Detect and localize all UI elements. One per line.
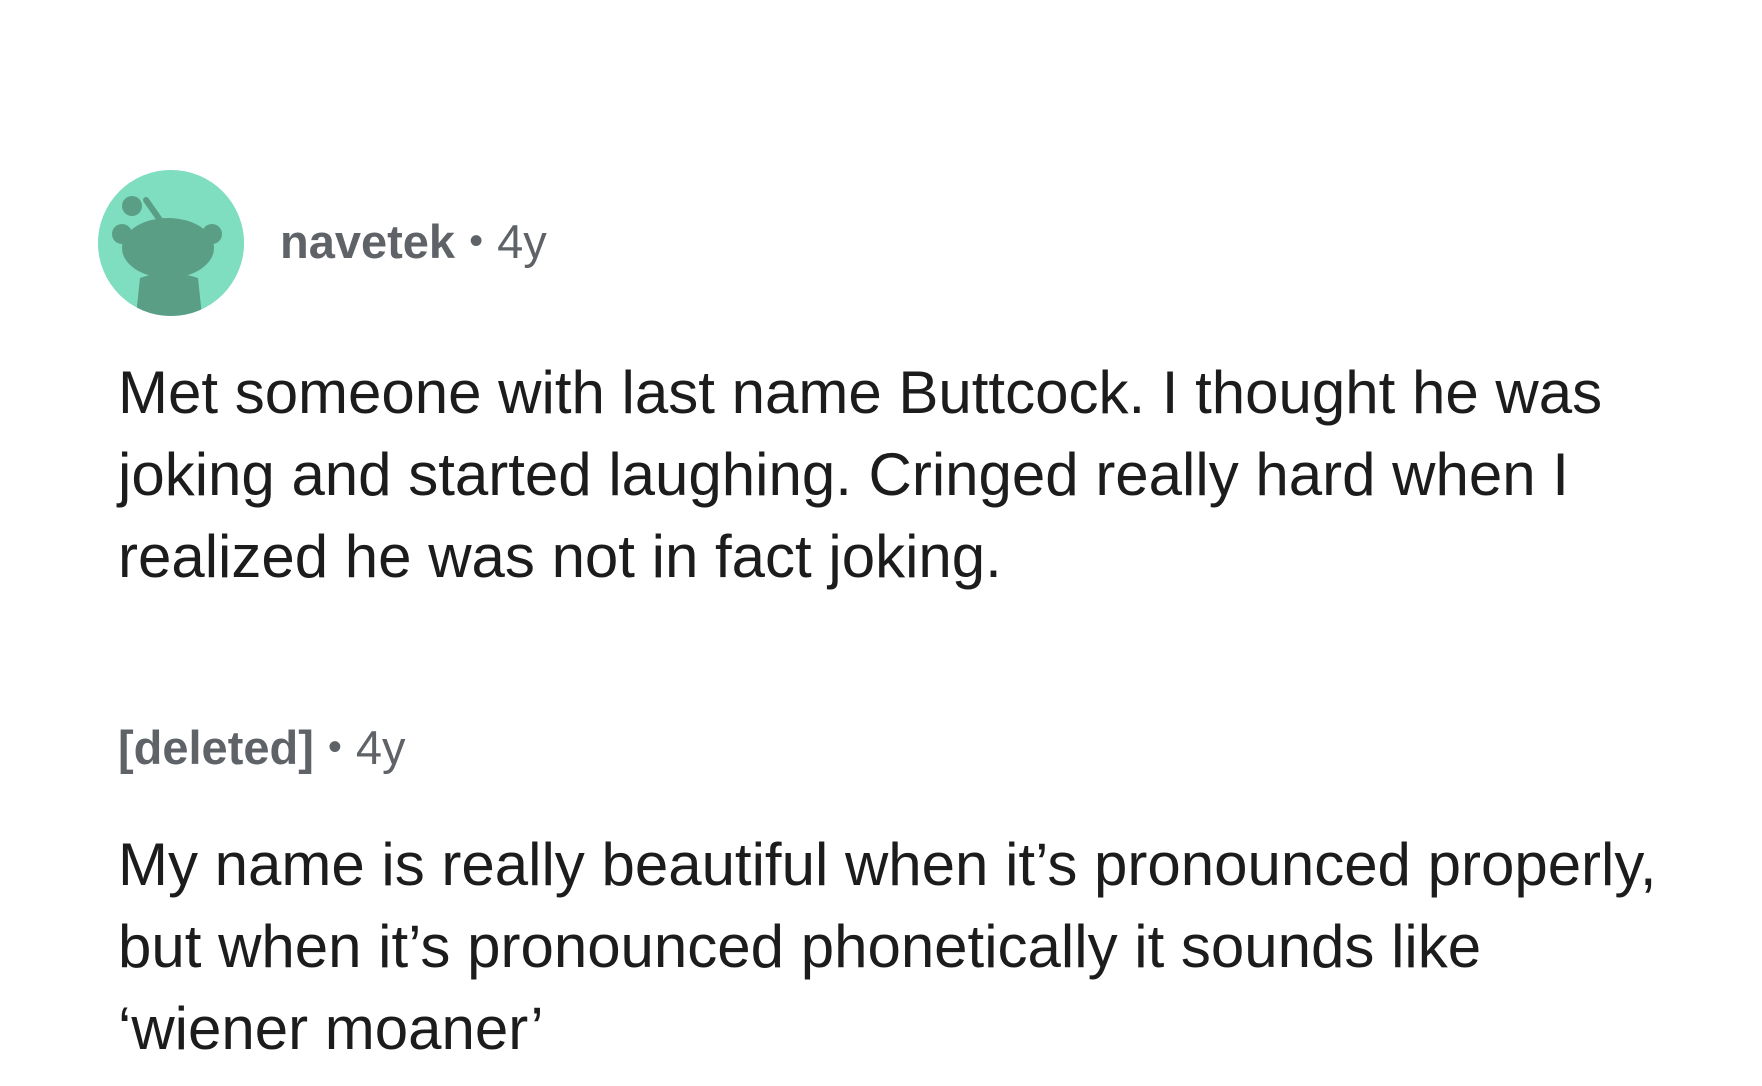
comment: navetek • 4y Met someone with last name Bu… — [0, 170, 1762, 590]
comment: [deleted] • 4y My name is really beautiful… — [0, 720, 1762, 1062]
comment-age: 4y — [355, 721, 406, 774]
username-link: [deleted] — [118, 721, 314, 774]
reddit-snoo-icon — [98, 170, 244, 316]
meta-separator: • — [469, 219, 484, 263]
comment-meta: navetek • 4y — [280, 214, 547, 269]
comment-age: 4y — [497, 215, 547, 268]
meta-separator: • — [327, 725, 342, 769]
comment-meta: [deleted] • 4y — [118, 720, 406, 775]
comment-body: My name is really beautiful when it’s pr… — [118, 831, 1657, 1062]
comment-header: navetek • 4y — [0, 170, 1762, 320]
comment-body: Met someone with last name Buttcock. I t… — [118, 359, 1603, 590]
avatar[interactable] — [98, 170, 244, 316]
username-link[interactable]: navetek — [280, 215, 455, 268]
